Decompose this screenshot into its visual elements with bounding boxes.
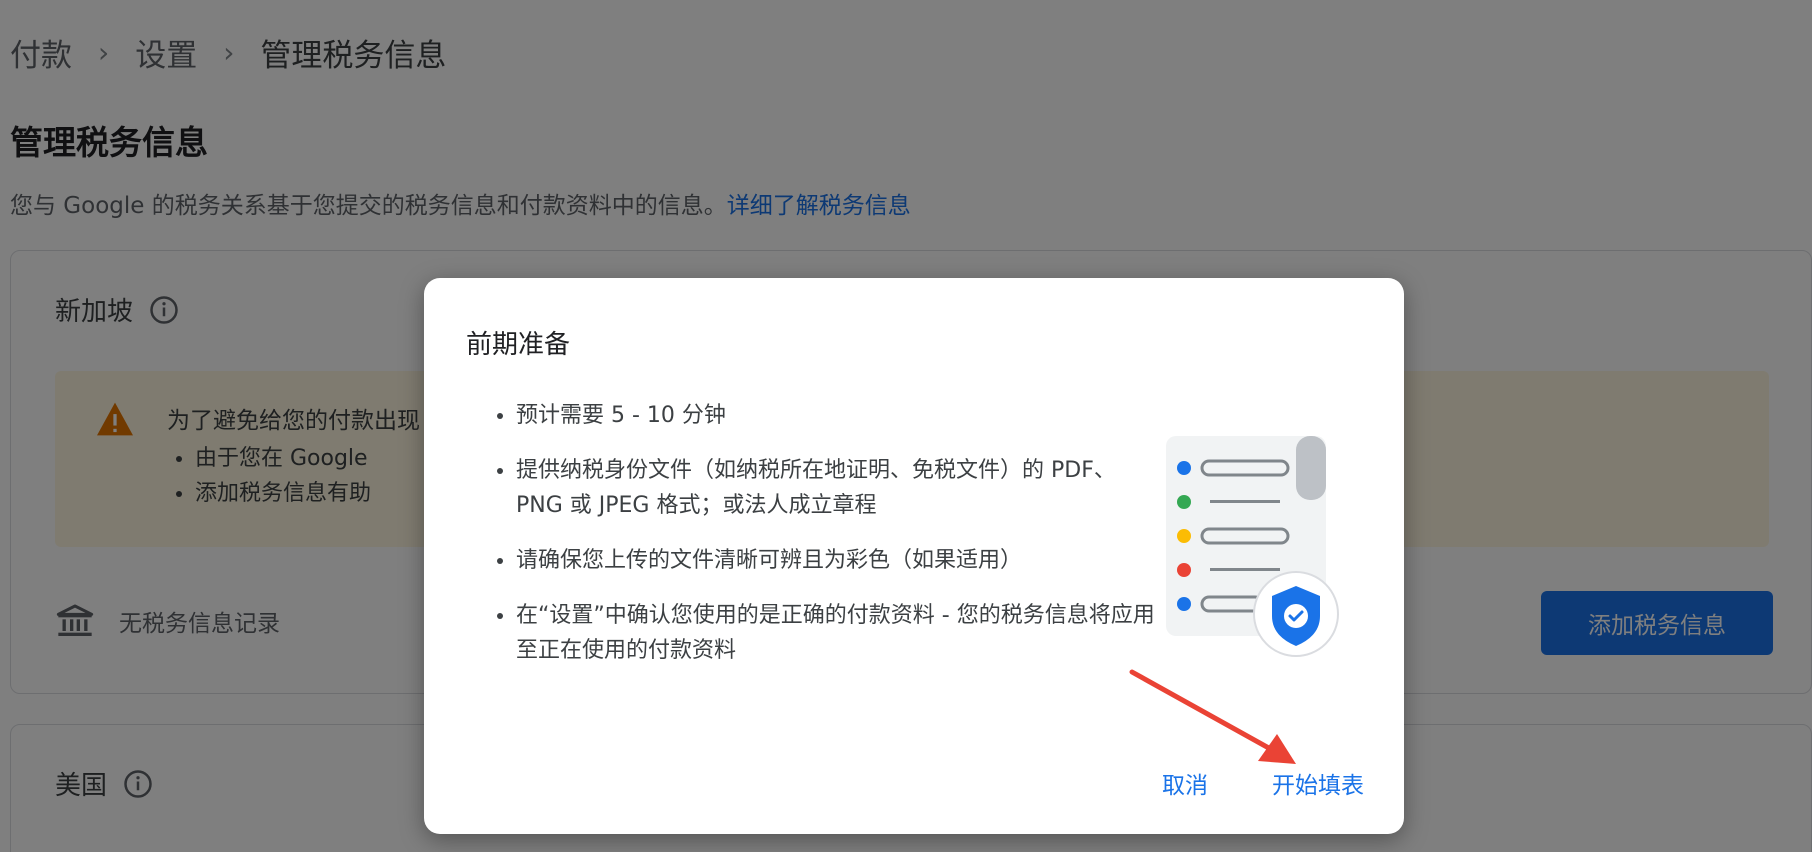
dialog-list-item: 请确保您上传的文件清晰可辨且为彩色（如果适用） — [516, 543, 1156, 578]
page: 付款 › 设置 › 管理税务信息 管理税务信息 您与 Google 的税务关系基… — [0, 0, 1812, 852]
annotation-arrow-icon — [1129, 669, 1296, 764]
dialog-title: 前期准备 — [466, 330, 571, 360]
dialog-list: 预计需要 5 - 10 分钟 提供纳税身份文件（如纳税所在地证明、免税文件）的 … — [516, 398, 1156, 688]
dialog-list-item: 提供纳税身份文件（如纳税所在地证明、免税文件）的 PDF、PNG 或 JPEG … — [516, 453, 1156, 523]
dialog-list-item: 在“设置”中确认您使用的是正确的付款资料 - 您的税务信息将应用至正在使用的付款… — [516, 598, 1156, 668]
document-shield-illustration — [1166, 436, 1339, 657]
dialog-list-item: 预计需要 5 - 10 分钟 — [516, 398, 1156, 433]
